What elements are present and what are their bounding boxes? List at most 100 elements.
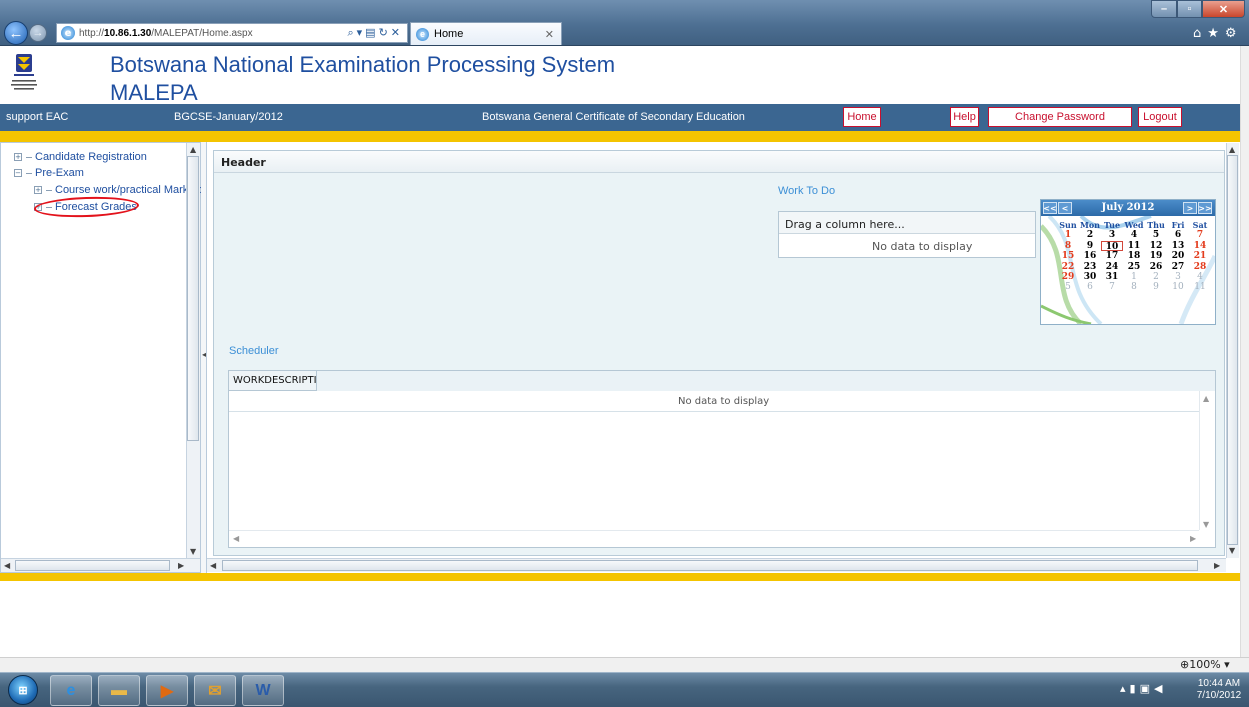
scroll-up-arrow-icon[interactable]: ▲ — [190, 145, 196, 154]
calendar-day[interactable]: 7 — [1189, 230, 1211, 240]
calendar-day[interactable]: 18 — [1123, 251, 1145, 261]
scroll-left-arrow-icon[interactable]: ◀ — [210, 561, 216, 570]
calendar-day[interactable]: 20 — [1167, 251, 1189, 261]
start-button[interactable]: ⊞ — [8, 675, 38, 705]
calendar-day-other-month[interactable]: 7 — [1101, 282, 1123, 292]
scroll-right-arrow-icon[interactable]: ▶ — [178, 561, 184, 570]
help-button[interactable]: Help — [950, 107, 979, 127]
back-button[interactable]: ← — [4, 21, 28, 45]
calendar-day[interactable]: 28 — [1189, 262, 1211, 272]
scroll-right-arrow-icon[interactable]: ▶ — [1214, 561, 1220, 570]
scroll-left-arrow-icon[interactable]: ◀ — [4, 561, 10, 570]
left-hscroll-thumb[interactable] — [15, 560, 170, 571]
calendar-day[interactable]: 11 — [1123, 241, 1145, 251]
show-hidden-icons-icon[interactable]: ▴ — [1120, 682, 1130, 695]
scheduler-horizontal-scrollbar[interactable] — [229, 530, 1199, 547]
scroll-down-arrow-icon[interactable]: ▼ — [1229, 546, 1235, 555]
settings-gear-icon[interactable]: ⚙ — [1225, 26, 1243, 41]
calendar-day[interactable]: 19 — [1145, 251, 1167, 261]
home-button[interactable]: Home — [843, 107, 881, 127]
calendar-day[interactable]: 31 — [1101, 272, 1123, 282]
collapse-minus-icon[interactable]: − — [14, 169, 22, 177]
network-icon[interactable]: ▣ — [1140, 682, 1154, 695]
calendar-next-year-button[interactable]: >> — [1198, 202, 1212, 214]
dropdown-icon[interactable]: ▾ — [357, 26, 366, 39]
calendar-day[interactable]: 29 — [1057, 272, 1079, 282]
refresh-icon[interactable]: ↻ — [379, 26, 391, 39]
calendar-day[interactable]: 1 — [1057, 230, 1079, 240]
calendar-day[interactable]: 2 — [1079, 230, 1101, 240]
calendar-day[interactable]: 30 — [1079, 272, 1101, 282]
taskbar-word[interactable]: W — [242, 675, 284, 706]
stop-icon[interactable]: ✕ — [391, 26, 403, 39]
search-icon[interactable]: ⌕ — [347, 26, 356, 39]
calendar-day[interactable]: 4 — [1123, 230, 1145, 240]
signal-icon[interactable]: ▮ — [1130, 682, 1140, 695]
main-hscroll-thumb[interactable] — [222, 560, 1198, 571]
home-icon[interactable]: ⌂ — [1193, 26, 1207, 41]
calendar-day-other-month[interactable]: 1 — [1123, 272, 1145, 282]
change-password-button[interactable]: Change Password — [988, 107, 1132, 127]
calendar-day[interactable]: 26 — [1145, 262, 1167, 272]
calendar-day-selected[interactable]: 10 — [1101, 240, 1123, 252]
volume-icon[interactable]: ◀ — [1154, 682, 1166, 695]
calendar-next-month-button[interactable]: > — [1183, 202, 1197, 214]
calendar-day[interactable]: 8 — [1057, 241, 1079, 251]
address-tools[interactable]: ⌕▾▤↻✕ — [347, 26, 403, 40]
calendar-day-other-month[interactable]: 10 — [1167, 282, 1189, 292]
calendar-day[interactable]: 23 — [1079, 262, 1101, 272]
scroll-down-arrow-icon[interactable]: ▼ — [1203, 520, 1209, 529]
scroll-up-arrow-icon[interactable]: ▲ — [1203, 394, 1209, 403]
calendar-day-other-month[interactable]: 8 — [1123, 282, 1145, 292]
forward-button[interactable]: → — [29, 24, 47, 42]
page-vertical-scrollbar[interactable] — [1240, 46, 1249, 657]
calendar-day-other-month[interactable]: 11 — [1189, 282, 1211, 292]
left-scroll-thumb[interactable] — [187, 156, 199, 441]
scroll-left-arrow-icon[interactable]: ◀ — [233, 534, 239, 543]
maximize-button[interactable]: ▫ — [1177, 0, 1202, 18]
address-url[interactable]: http://10.86.1.30/MALEPAT/Home.aspx — [79, 28, 253, 39]
logout-button[interactable]: Logout — [1138, 107, 1182, 127]
tab-home[interactable]: e Home ✕ — [410, 22, 562, 45]
taskbar-internet-explorer[interactable]: e — [50, 675, 92, 706]
calendar-day-other-month[interactable]: 5 — [1057, 282, 1079, 292]
calendar-day[interactable]: 17 — [1101, 251, 1123, 261]
calendar-day[interactable]: 3 — [1101, 230, 1123, 240]
calendar-day-other-month[interactable]: 6 — [1079, 282, 1101, 292]
expand-plus-icon[interactable]: + — [14, 153, 22, 161]
calendar-day-other-month[interactable]: 2 — [1145, 272, 1167, 282]
calendar-day[interactable]: 5 — [1145, 230, 1167, 240]
calendar-day[interactable]: 27 — [1167, 262, 1189, 272]
address-bar[interactable]: e http://10.86.1.30/MALEPAT/Home.aspx ⌕▾… — [56, 23, 408, 43]
calendar-day[interactable]: 12 — [1145, 241, 1167, 251]
scroll-right-arrow-icon[interactable]: ▶ — [1190, 534, 1196, 543]
calendar-day[interactable]: 25 — [1123, 262, 1145, 272]
compat-view-icon[interactable]: ▤ — [365, 26, 378, 39]
scroll-up-arrow-icon[interactable]: ▲ — [1229, 145, 1235, 154]
tree-item-pre-exam[interactable]: − Pre-Exam — [14, 167, 84, 179]
calendar-day-other-month[interactable]: 9 — [1145, 282, 1167, 292]
calendar-day[interactable]: 6 — [1167, 230, 1189, 240]
calendar-day-other-month[interactable]: 4 — [1189, 272, 1211, 282]
calendar-day[interactable]: 13 — [1167, 241, 1189, 251]
favorites-star-icon[interactable]: ★ — [1207, 26, 1225, 41]
calendar-day[interactable]: 21 — [1189, 251, 1211, 261]
close-window-button[interactable]: ✕ — [1202, 0, 1245, 18]
taskbar-media-player[interactable]: ▶ — [146, 675, 188, 706]
tree-item-candidate-registration[interactable]: + Candidate Registration — [14, 151, 147, 163]
zoom-level[interactable]: ⊕100% ▾ — [1180, 658, 1230, 671]
calendar-day[interactable]: 22 — [1057, 262, 1079, 272]
calendar-day[interactable]: 24 — [1101, 262, 1123, 272]
scheduler-vertical-scrollbar[interactable] — [1199, 391, 1215, 530]
expand-plus-icon[interactable]: + — [34, 186, 42, 194]
taskbar-clock[interactable]: 10:44 AM 7/10/2012 — [1194, 678, 1244, 702]
main-vscroll-thumb[interactable] — [1227, 155, 1238, 545]
calendar-day[interactable]: 15 — [1057, 251, 1079, 261]
calendar-day[interactable]: 16 — [1079, 251, 1101, 261]
minimize-button[interactable]: – — [1151, 0, 1177, 18]
taskbar-file-explorer[interactable]: ▬ — [98, 675, 140, 706]
splitter-collapse-icon[interactable]: ◂ — [202, 350, 206, 359]
taskbar-app[interactable]: ✉ — [194, 675, 236, 706]
tab-close-icon[interactable]: ✕ — [545, 28, 554, 41]
calendar-day[interactable]: 9 — [1079, 241, 1101, 251]
